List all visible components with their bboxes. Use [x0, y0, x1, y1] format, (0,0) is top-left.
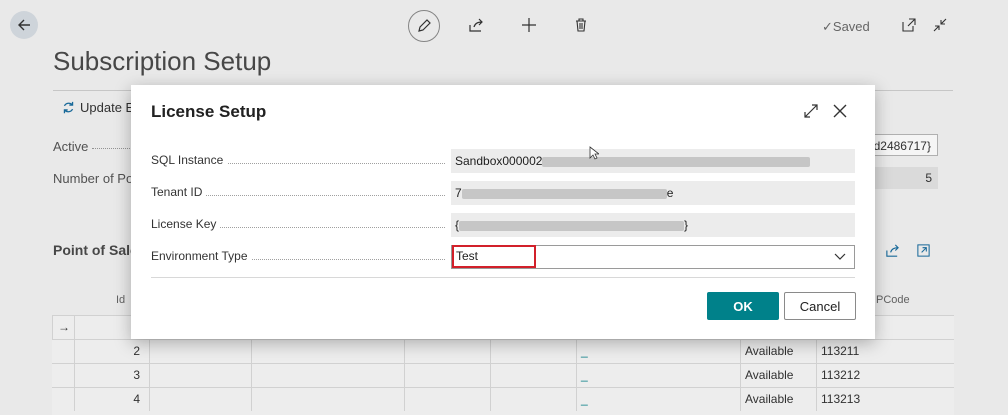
sql-instance-field[interactable]: Sandbox000002 [451, 149, 855, 173]
sql-instance-row: SQL Instance Sandbox000002 [151, 149, 855, 173]
license-key-row: License Key {} [151, 213, 855, 237]
tenant-id-field[interactable]: 7e [451, 181, 855, 205]
environment-type-row: Environment Type Test [151, 245, 855, 269]
tenant-id-label: Tenant ID [151, 185, 207, 199]
license-key-close: } [684, 218, 689, 232]
license-key-field[interactable]: {} [451, 213, 855, 237]
cancel-button[interactable]: Cancel [784, 292, 856, 320]
dialog-divider [151, 277, 855, 278]
chevron-down-icon [834, 253, 846, 260]
environment-type-label: Environment Type [151, 249, 252, 263]
sql-instance-value: Sandbox000002 [455, 154, 543, 168]
expand-icon [804, 104, 818, 118]
sql-instance-label: SQL Instance [151, 153, 228, 167]
dialog-title: License Setup [151, 102, 267, 121]
close-dialog-button[interactable] [830, 101, 850, 121]
environment-type-value: Test [452, 245, 536, 268]
close-icon [833, 104, 847, 118]
redacted-text [459, 220, 685, 231]
tenant-id-prefix: 7 [455, 186, 462, 200]
tenant-id-row: Tenant ID 7e [151, 181, 855, 205]
tenant-id-suffix: e [666, 186, 674, 200]
expand-dialog-button[interactable] [801, 101, 821, 121]
redacted-text [461, 188, 667, 199]
environment-type-select[interactable]: Test [451, 245, 855, 269]
ok-button[interactable]: OK [707, 292, 779, 320]
license-key-label: License Key [151, 217, 221, 231]
redacted-text [542, 156, 811, 167]
cursor-icon [589, 146, 599, 160]
license-setup-dialog: License Setup SQL Instance Sandbox000002… [131, 85, 875, 339]
